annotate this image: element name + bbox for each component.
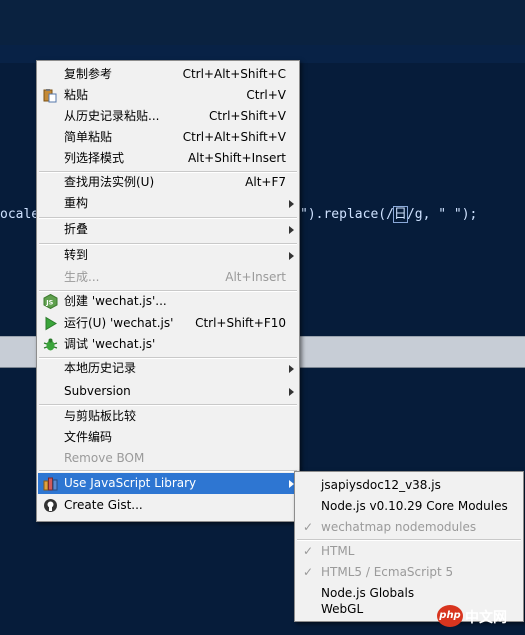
menu-item-remove-bom[interactable]: Remove BOM [38,448,298,469]
svg-text:JS: JS [45,299,53,307]
checkmark-icon: ✓ [303,544,314,558]
menu-item-refactor[interactable]: 重构 [38,193,298,214]
menu-item-file-encoding[interactable]: 文件编码 [38,427,298,448]
menu-item-run[interactable]: 运行(U) 'wechat.js' Ctrl+Shift+F10 [38,313,298,334]
github-icon [44,499,57,512]
clipboard-icon [43,89,57,103]
menu-item-create-config[interactable]: JS 创建 'wechat.js'... [38,291,298,312]
checkmark-icon: ✓ [303,520,314,534]
watermark-text: 中文网 [465,610,507,626]
submenu-item-html5-ecmascript5[interactable]: ✓ HTML5 / EcmaScript 5 [296,562,522,583]
site-watermark: php 中文网 [437,603,517,629]
menu-item-create-gist[interactable]: Create Gist... [38,495,298,516]
menu-item-use-js-library[interactable]: Use JavaScript Library [38,473,298,494]
submenu-item-jsapiysdoc[interactable]: jsapiysdoc12_v38.js [296,475,522,496]
menu-item-goto[interactable]: 转到 [38,245,298,266]
code-fragment-right: ").replace(/日/g, " "); [300,206,478,223]
menu-item-copy-reference[interactable]: 复制参考 Ctrl+Alt+Shift+C [38,64,298,85]
code-highlight: 日 [392,206,408,223]
submenu-item-node-core-modules[interactable]: Node.js v0.10.29 Core Modules [296,496,522,517]
nodejs-icon: JS [43,294,58,309]
editor-tab-area [0,0,525,45]
menu-item-paste-from-history[interactable]: 从历史记录粘贴... Ctrl+Shift+V [38,106,298,127]
menu-item-local-history[interactable]: 本地历史记录 [38,358,298,379]
debug-bug-icon [43,338,58,351]
code-fragment-left: ocale [0,207,40,222]
menu-item-subversion[interactable]: Subversion [38,381,298,402]
menu-item-generate[interactable]: 生成... Alt+Insert [38,267,298,288]
menu-separator [39,470,297,472]
editor-context-menu: 复制参考 Ctrl+Alt+Shift+C 粘贴 Ctrl+V 从历史记录粘贴.… [36,60,300,522]
run-icon [45,316,57,331]
menu-item-find-usages[interactable]: 查找用法实例(U) Alt+F7 [38,172,298,193]
submenu-arrow-icon [289,365,294,373]
library-icon [43,477,58,491]
menu-item-paste-simple[interactable]: 简单粘贴 Ctrl+Alt+Shift+V [38,127,298,148]
menu-item-debug[interactable]: 调试 'wechat.js' [38,334,298,355]
php-logo-icon: php [437,605,463,627]
js-library-submenu: jsapiysdoc12_v38.js Node.js v0.10.29 Cor… [294,471,524,622]
submenu-arrow-icon [289,200,294,208]
submenu-arrow-icon [289,388,294,396]
menu-item-column-selection[interactable]: 列选择模式 Alt+Shift+Insert [38,148,298,169]
submenu-arrow-icon [289,252,294,260]
submenu-item-html[interactable]: ✓ HTML [296,541,522,562]
menu-item-paste[interactable]: 粘贴 Ctrl+V [38,85,298,106]
menu-item-folding[interactable]: 折叠 [38,219,298,240]
menu-item-compare-clipboard[interactable]: 与剪贴板比较 [38,406,298,427]
submenu-arrow-icon [289,226,294,234]
checkmark-icon: ✓ [303,565,314,579]
submenu-item-wechatmap-nodemodules[interactable]: ✓ wechatmap nodemodules [296,517,522,538]
